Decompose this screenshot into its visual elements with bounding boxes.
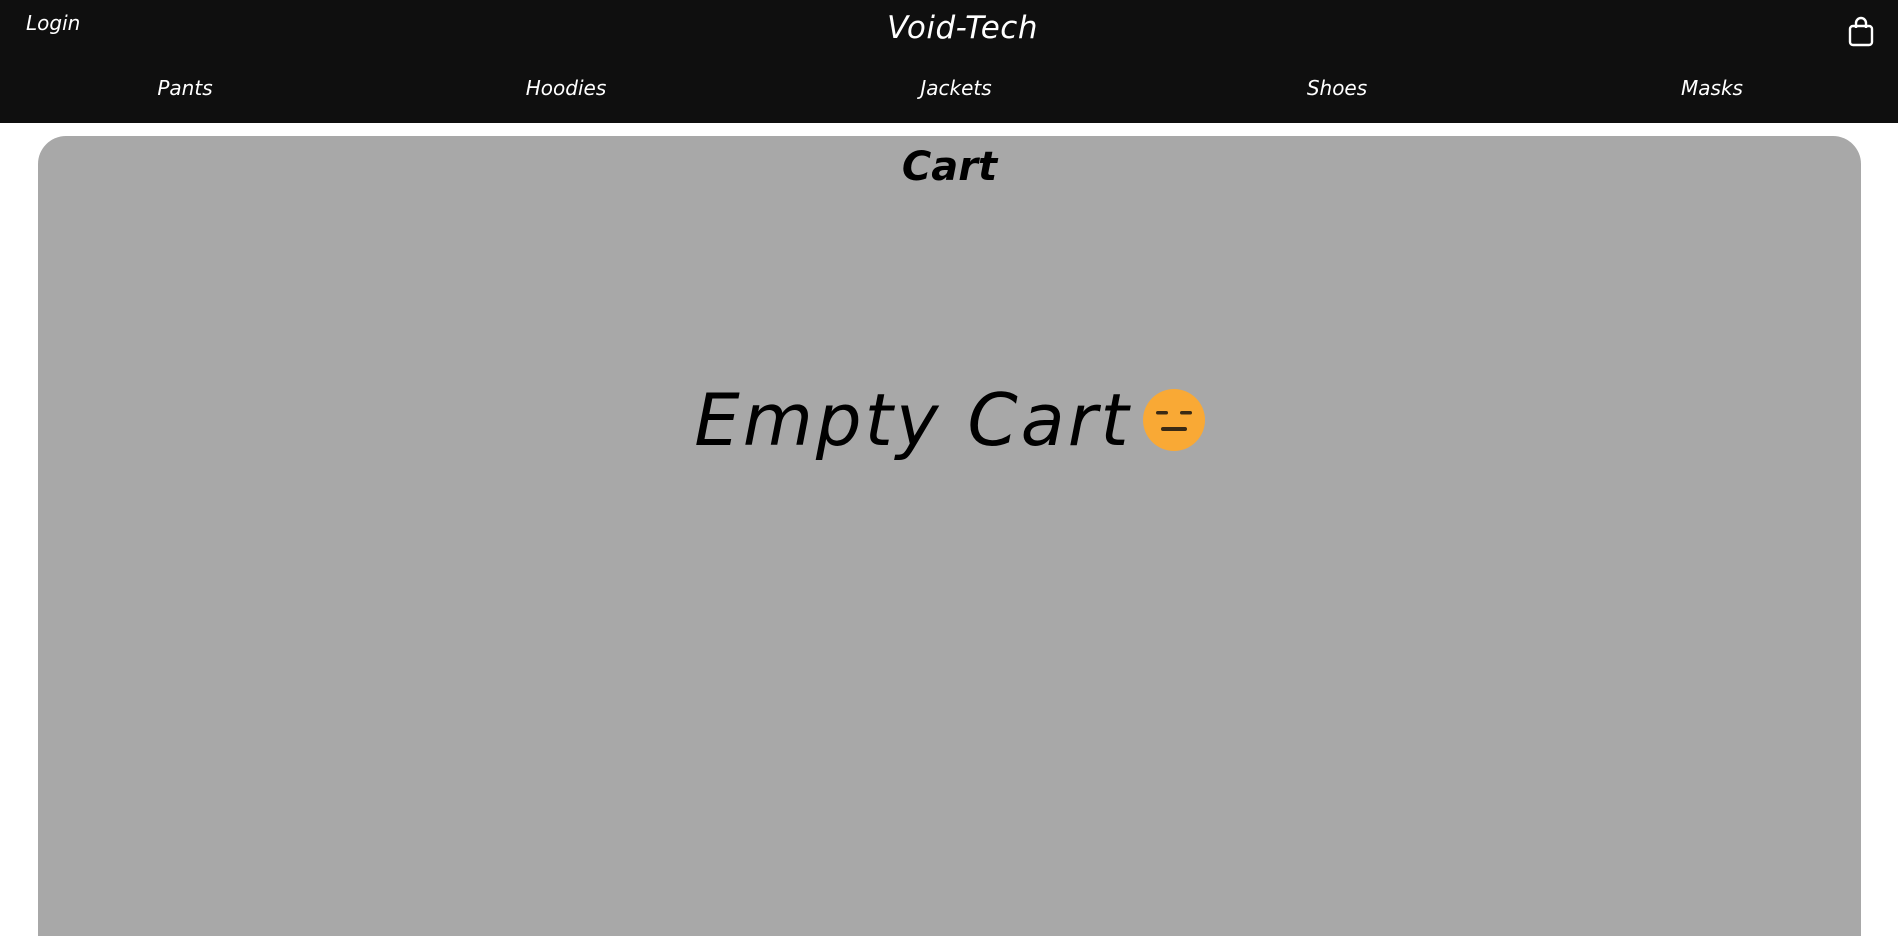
nav-item-shoes[interactable]: Shoes bbox=[1307, 76, 1367, 100]
cart-panel: Cart Empty Cart bbox=[38, 136, 1861, 936]
nav-item-pants[interactable]: Pants bbox=[157, 76, 212, 100]
empty-cart-message: Empty Cart bbox=[38, 384, 1861, 456]
site-header: Login Void-Tech Pants Hoodies Jackets Sh… bbox=[0, 0, 1898, 123]
cart-heading: Cart bbox=[901, 144, 998, 190]
expressionless-face-icon bbox=[1142, 389, 1205, 451]
empty-cart-text: Empty Cart bbox=[694, 378, 1132, 462]
shopping-bag-icon bbox=[1848, 16, 1874, 47]
brand-title[interactable]: Void-Tech bbox=[0, 10, 1898, 46]
category-nav: Pants Hoodies Jackets Shoes Masks bbox=[0, 76, 1898, 106]
nav-item-hoodies[interactable]: Hoodies bbox=[526, 76, 607, 100]
nav-item-masks[interactable]: Masks bbox=[1681, 76, 1743, 100]
nav-item-jackets[interactable]: Jackets bbox=[920, 76, 991, 100]
cart-button[interactable] bbox=[1847, 16, 1875, 48]
